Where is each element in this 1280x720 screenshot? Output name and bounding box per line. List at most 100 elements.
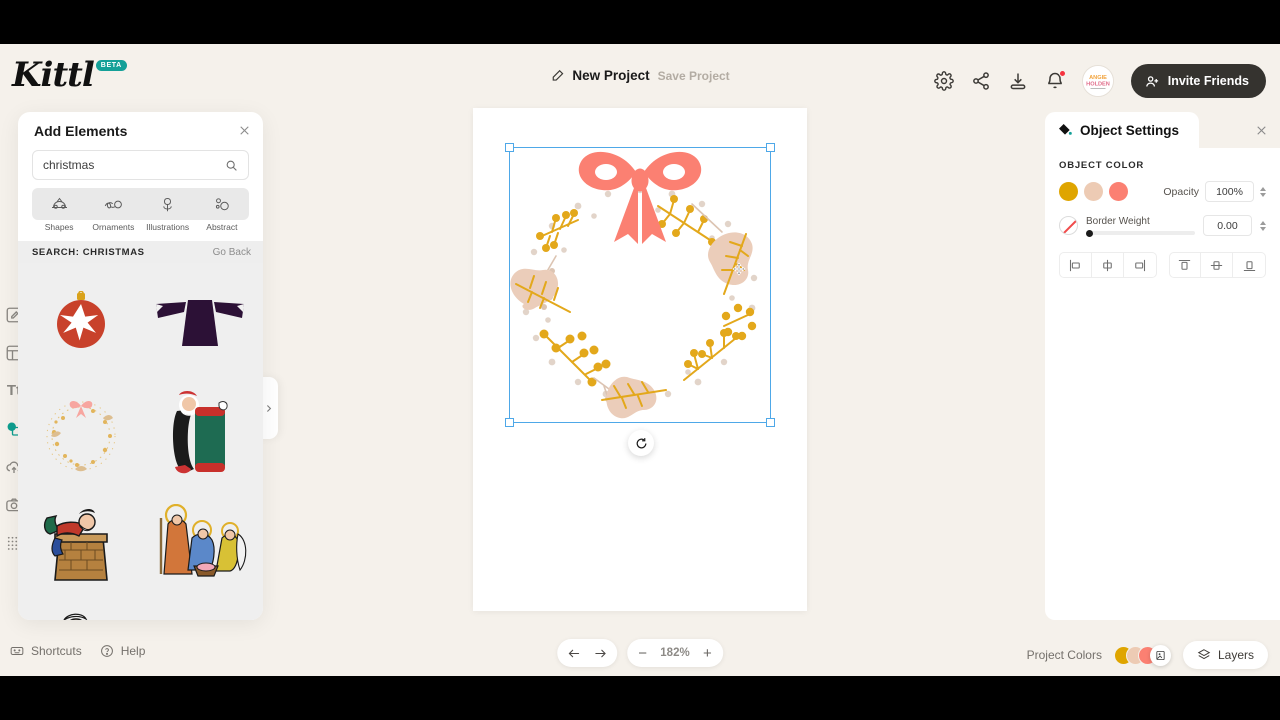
align-top-button[interactable] <box>1170 253 1202 277</box>
illustrations-flower-icon <box>163 197 172 211</box>
tab-label-ornaments: Ornaments <box>92 222 135 232</box>
tab-abstract[interactable] <box>195 188 249 220</box>
object-color-swatch-1[interactable] <box>1059 182 1078 201</box>
element-santa-with-list[interactable] <box>146 383 256 483</box>
search-results-header: SEARCH: CHRISTMAS Go Back <box>18 241 263 263</box>
undo-arrow-icon <box>568 649 580 657</box>
avatar[interactable]: ANGIE HOLDEN <box>1081 65 1114 97</box>
search-wrap <box>18 150 263 180</box>
redo-button[interactable] <box>594 648 607 659</box>
go-back-button[interactable]: Go Back <box>213 247 251 258</box>
bottom-bar: Shortcuts Help − 182% + Project Colors L… <box>0 634 1280 676</box>
beta-badge: BETA <box>95 60 127 71</box>
element-christmas-ornament-ball[interactable] <box>26 273 136 373</box>
notifications-bell-icon[interactable] <box>1045 70 1066 91</box>
resize-handle-bottom-right[interactable] <box>766 418 775 427</box>
category-tabs <box>32 188 249 220</box>
rotate-handle[interactable] <box>628 430 654 456</box>
history-controls <box>557 639 618 667</box>
shapes-icon <box>51 197 67 209</box>
align-right-button[interactable] <box>1124 253 1156 277</box>
color-palette-icon <box>1156 650 1165 660</box>
user-plus-icon <box>1145 75 1158 87</box>
search-input[interactable] <box>43 158 225 172</box>
brand-name: Kittl <box>12 55 95 95</box>
tab-label-illustrations: Illustrations <box>146 222 190 232</box>
opacity-stepper[interactable] <box>1260 186 1266 197</box>
kittl-editor: Kittl BETA New Project Save Project ANGI… <box>0 44 1280 676</box>
layers-button[interactable]: Layers <box>1182 641 1268 669</box>
help-button[interactable]: Help <box>100 644 146 658</box>
opacity-input[interactable]: 100% <box>1205 181 1254 202</box>
tab-illustrations[interactable] <box>141 188 195 220</box>
border-weight-input[interactable]: 0.00 <box>1203 215 1252 236</box>
object-color-row: Opacity 100% <box>1059 181 1266 202</box>
project-colors-swatches <box>1113 644 1171 666</box>
align-center-h-icon <box>1103 259 1112 271</box>
element-floral-wreath[interactable] <box>26 383 136 483</box>
zoom-out-button[interactable]: − <box>638 646 647 661</box>
align-center-horizontal-button[interactable] <box>1092 253 1124 277</box>
border-weight-control: Border Weight <box>1086 216 1195 237</box>
shortcuts-button[interactable]: Shortcuts <box>10 644 82 658</box>
project-colors-add-button[interactable] <box>1149 644 1171 666</box>
element-santa-on-chimney[interactable] <box>26 493 136 593</box>
object-settings-body: OBJECT COLOR Opacity 100% Border Weight <box>1045 148 1280 620</box>
vertical-align-group <box>1168 252 1266 278</box>
element-santa-with-trumpet[interactable] <box>26 603 136 620</box>
resize-handle-top-right[interactable] <box>766 143 775 152</box>
element-angel-robe[interactable] <box>146 273 256 373</box>
canvas-area[interactable] <box>280 44 1040 676</box>
border-weight-stepper[interactable] <box>1260 220 1266 231</box>
abstract-circles-icon <box>216 197 230 210</box>
undo-button[interactable] <box>567 648 580 659</box>
tab-shapes[interactable] <box>32 188 86 220</box>
invite-friends-button[interactable]: Invite Friends <box>1130 64 1266 98</box>
search-box[interactable] <box>32 150 249 180</box>
zoom-controls: − 182% + <box>627 639 723 667</box>
help-label: Help <box>120 644 146 658</box>
object-color-swatch-3[interactable] <box>1109 182 1128 201</box>
avatar-text-top: ANGIE <box>1089 75 1107 81</box>
search-icon[interactable] <box>225 159 238 172</box>
invite-friends-label: Invite Friends <box>1167 74 1249 88</box>
search-results-title: SEARCH: CHRISTMAS <box>32 246 145 258</box>
redo-arrow-icon <box>595 649 606 657</box>
border-weight-slider[interactable] <box>1086 229 1195 237</box>
rotate-icon <box>636 437 646 448</box>
alignment-controls <box>1059 252 1266 278</box>
shortcuts-label: Shortcuts <box>31 644 82 658</box>
object-settings-tab[interactable]: Object Settings <box>1045 112 1199 148</box>
element-results-grid <box>18 263 263 620</box>
zoom-value[interactable]: 182% <box>658 647 692 659</box>
no-border-icon[interactable] <box>1059 216 1078 235</box>
element-gift-box[interactable] <box>146 603 256 620</box>
bottom-left-links: Shortcuts Help <box>10 644 145 658</box>
resize-handle-bottom-left[interactable] <box>505 418 514 427</box>
project-colors-label: Project Colors <box>1026 648 1102 662</box>
object-color-label: OBJECT COLOR <box>1059 160 1145 171</box>
object-color-swatch-2[interactable] <box>1084 182 1103 201</box>
element-nativity-scene[interactable] <box>146 493 256 593</box>
border-weight-knob[interactable] <box>1086 229 1093 237</box>
zoom-in-button[interactable]: + <box>703 646 712 661</box>
align-bottom-button[interactable] <box>1233 253 1265 277</box>
align-middle-vertical-button[interactable] <box>1201 253 1234 277</box>
opacity-group: Opacity 100% <box>1163 181 1266 202</box>
border-weight-label: Border Weight <box>1086 216 1150 227</box>
chevron-right-icon <box>266 404 271 412</box>
brand-logo[interactable]: Kittl BETA <box>12 56 127 94</box>
align-left-button[interactable] <box>1060 253 1092 277</box>
close-icon[interactable] <box>1255 124 1268 137</box>
align-top-icon <box>1179 259 1191 270</box>
resize-handle-top-left[interactable] <box>505 143 514 152</box>
selection-box[interactable] <box>505 143 775 427</box>
panel-header: Add Elements <box>18 112 263 150</box>
add-elements-panel: Add Elements christmas Shapes Ornaments … <box>18 112 263 620</box>
ornaments-icon <box>104 200 122 208</box>
close-icon[interactable] <box>238 124 251 137</box>
move-icon <box>732 262 746 276</box>
panel-title: Add Elements <box>34 123 128 139</box>
paint-drop-icon <box>1059 124 1072 135</box>
tab-ornaments[interactable] <box>86 188 140 220</box>
